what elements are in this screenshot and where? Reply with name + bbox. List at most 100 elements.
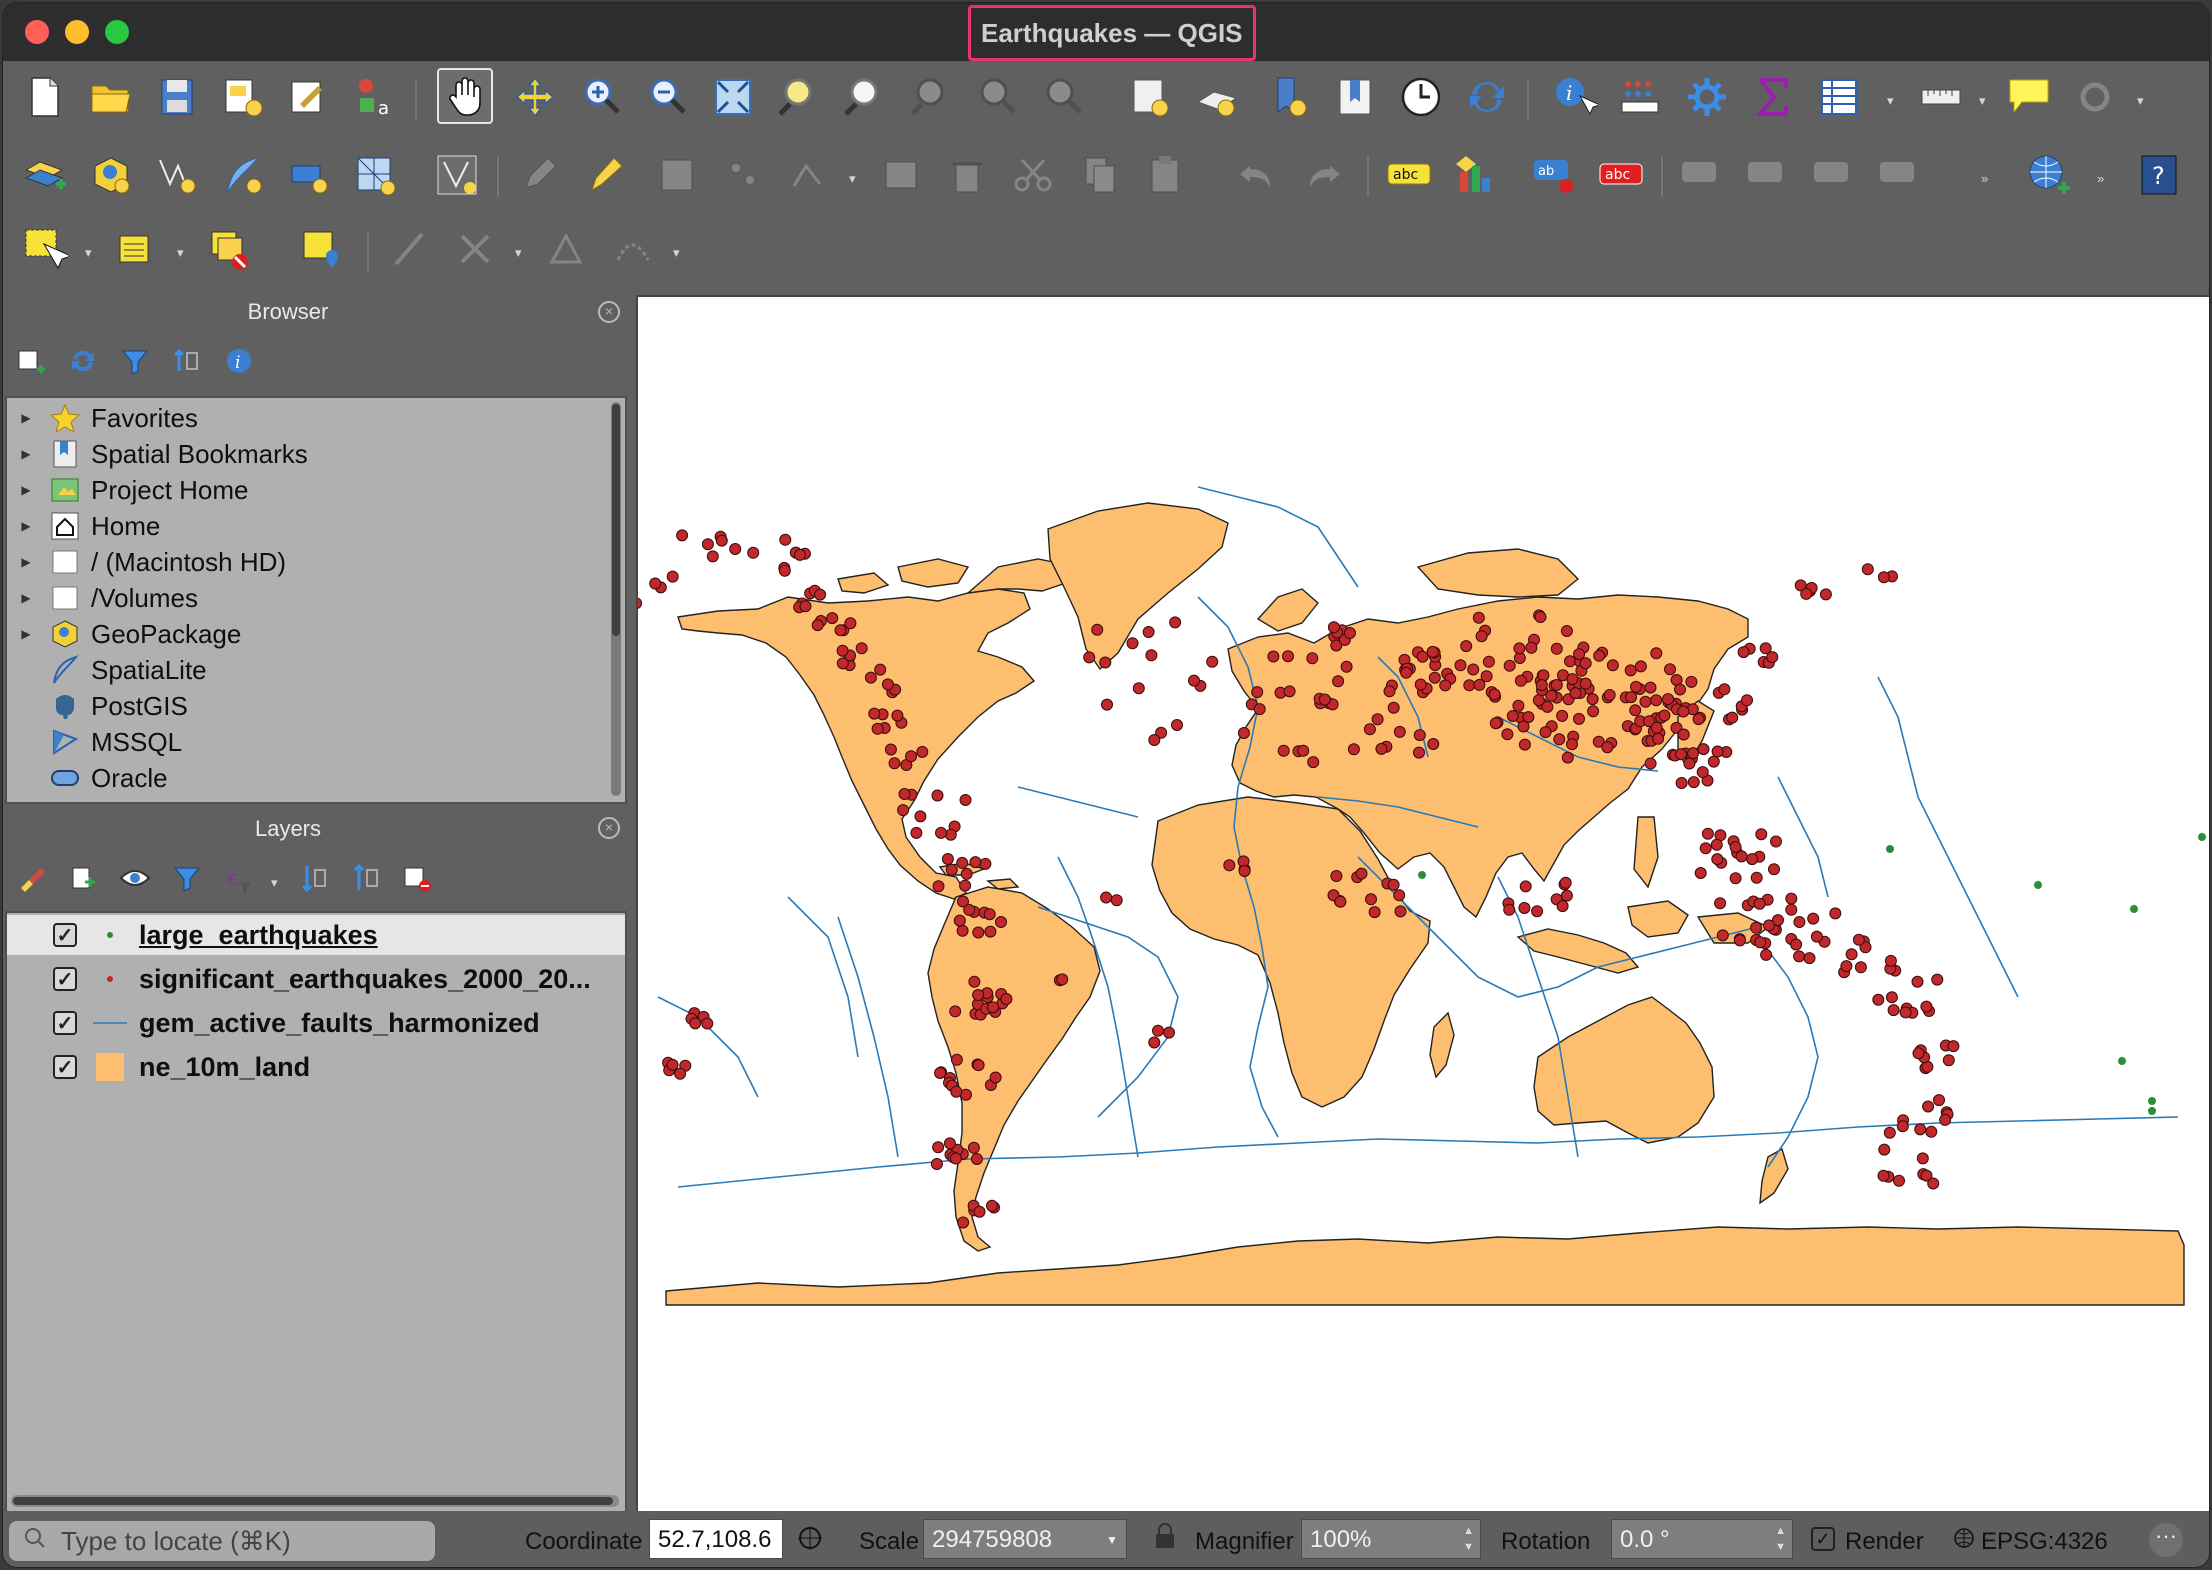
identify-features-button[interactable]: i <box>1549 71 1601 123</box>
coordinate-field[interactable]: 52.7,108.6 <box>649 1519 783 1559</box>
deselect-all-button[interactable] <box>203 223 255 275</box>
manage-map-themes-button[interactable] <box>117 860 153 896</box>
browser-close-icon[interactable]: × <box>598 301 620 323</box>
paste-features-button[interactable] <box>1139 149 1191 201</box>
browser-collapse-button[interactable] <box>169 343 205 379</box>
undo-button[interactable] <box>1231 149 1283 201</box>
browser-item[interactable]: ▶ Favorites <box>7 400 605 436</box>
layers-scrollbar[interactable] <box>11 1495 619 1507</box>
browser-tree[interactable]: ▶ Favorites ▶ Spatial Bookmarks ▶ Project Hom… <box>5 396 627 804</box>
minimize-window-button[interactable] <box>65 20 89 44</box>
layer-row[interactable]: ✓ large_earthquakes <box>7 915 625 955</box>
toggle-editing-button[interactable] <box>579 149 631 201</box>
highlight-pinned-labels-button[interactable]: ab <box>1529 149 1581 201</box>
show-hide-labels-button[interactable] <box>1741 149 1793 201</box>
browser-item[interactable]: Oracle <box>7 760 605 796</box>
temporal-controller-button[interactable] <box>1395 71 1447 123</box>
layer-visibility-checkbox[interactable]: ✓ <box>53 923 77 947</box>
copy-features-button[interactable] <box>1073 149 1125 201</box>
save-layer-edits-button[interactable] <box>651 149 703 201</box>
close-window-button[interactable] <box>25 20 49 44</box>
run-action-button[interactable] <box>2069 71 2121 123</box>
layers-close-icon[interactable]: × <box>598 817 620 839</box>
messages-icon[interactable]: ··· <box>2149 1523 2183 1557</box>
pin-labels-button[interactable] <box>1675 149 1727 201</box>
snapping-button[interactable] <box>541 223 593 275</box>
browser-add-button[interactable] <box>13 343 49 379</box>
cut-features-button[interactable] <box>1007 149 1059 201</box>
layer-row[interactable]: ✓ significant_earthquakes_2000_20... <box>7 959 625 999</box>
advanced-digitizing-button[interactable] <box>449 223 501 275</box>
statistical-summary-button[interactable] <box>1747 71 1799 123</box>
expand-arrow-icon[interactable]: ▶ <box>7 555 45 569</box>
browser-item[interactable]: ▶ Spatial Bookmarks <box>7 436 605 472</box>
digitize-toggle-button[interactable] <box>431 149 483 201</box>
world-map[interactable] <box>605 297 2209 1513</box>
expand-all-button[interactable] <box>295 860 331 896</box>
browser-filter-button[interactable] <box>117 343 153 379</box>
processing-toolbox-button[interactable] <box>1681 71 1733 123</box>
current-edits-button[interactable] <box>513 149 565 201</box>
expand-arrow-icon[interactable]: ▶ <box>7 627 45 641</box>
zoom-next-button[interactable] <box>1037 71 1089 123</box>
layer-visibility-checkbox[interactable]: ✓ <box>53 1055 77 1079</box>
show-unplaced-labels-button[interactable]: abc <box>1595 149 1647 201</box>
layer-labeling-options-button[interactable]: abc <box>1383 149 1435 201</box>
vertex-tool-button[interactable] <box>783 149 835 201</box>
browser-item[interactable]: ▶ Project Home <box>7 472 605 508</box>
tracing-button[interactable] <box>607 223 659 275</box>
new-virtual-layer-button[interactable] <box>283 149 335 201</box>
open-layer-styling-button[interactable] <box>13 860 49 896</box>
layer-diagram-options-button[interactable] <box>1449 149 1501 201</box>
zoom-to-layer-button[interactable] <box>839 71 891 123</box>
zoom-window-button[interactable] <box>105 20 129 44</box>
browser-refresh-button[interactable] <box>65 343 101 379</box>
browser-properties-button[interactable]: i <box>221 343 257 379</box>
open-project-button[interactable] <box>85 71 137 123</box>
select-by-expression-button[interactable] <box>111 223 163 275</box>
new-geopackage-layer-button[interactable] <box>85 149 137 201</box>
open-attribute-table-button[interactable] <box>1615 71 1667 123</box>
lock-scale-icon[interactable] <box>1153 1521 1177 1558</box>
zoom-to-selection-button[interactable] <box>773 71 825 123</box>
rotate-label-button[interactable] <box>1873 149 1925 201</box>
layout-manager-button[interactable] <box>283 71 335 123</box>
select-by-location-button[interactable] <box>295 223 347 275</box>
layers-tree[interactable]: ✓ large_earthquakes ✓ significant_earthquak… <box>5 911 627 1515</box>
zoom-full-button[interactable] <box>707 71 759 123</box>
zoom-native-button[interactable] <box>905 71 957 123</box>
new-spatial-bookmark-button[interactable] <box>1125 71 1177 123</box>
new-shapefile-layer-button[interactable] <box>151 149 203 201</box>
zoom-in-button[interactable] <box>575 71 627 123</box>
data-source-manager-button[interactable] <box>19 149 71 201</box>
map-tips-button[interactable] <box>2003 71 2055 123</box>
expand-arrow-icon[interactable]: ▶ <box>7 483 45 497</box>
browser-item[interactable]: SpatiaLite <box>7 652 605 688</box>
add-point-feature-button[interactable] <box>717 149 769 201</box>
scale-combo[interactable]: 294759808 ▼ <box>923 1519 1127 1559</box>
locator-search[interactable]: Type to locate (⌘K) <box>9 1521 435 1561</box>
magnifier-spinbox[interactable]: 100% ▲ ▼ <box>1301 1519 1481 1559</box>
expand-arrow-icon[interactable]: ▶ <box>7 591 45 605</box>
new-temporary-layer-button[interactable] <box>349 149 401 201</box>
add-group-button[interactable] <box>65 860 101 896</box>
move-label-button[interactable] <box>1807 149 1859 201</box>
layer-visibility-checkbox[interactable]: ✓ <box>53 1011 77 1035</box>
pan-to-selection-button[interactable] <box>509 71 561 123</box>
expand-arrow-icon[interactable]: ▶ <box>7 519 45 533</box>
crs-button[interactable]: EPSG:4326 <box>1981 1528 2108 1556</box>
select-features-button[interactable] <box>19 223 71 275</box>
map-canvas[interactable] <box>605 295 2209 1513</box>
help-button[interactable]: ? <box>2133 149 2185 201</box>
new-print-layout-button[interactable] <box>217 71 269 123</box>
attribute-table-button[interactable] <box>1813 71 1865 123</box>
new-bookmark-button[interactable] <box>1263 71 1315 123</box>
rotation-spinbox[interactable]: 0.0 ° ▲ ▼ <box>1611 1519 1793 1559</box>
browser-item[interactable]: ▶ Home <box>7 508 605 544</box>
layer-row[interactable]: ✓ gem_active_faults_harmonized <box>7 1003 625 1043</box>
browser-item[interactable]: ▶ GeoPackage <box>7 616 605 652</box>
browser-item[interactable]: MSSQL <box>7 724 605 760</box>
browser-scrollbar[interactable] <box>611 402 621 796</box>
expand-arrow-icon[interactable]: ▶ <box>7 411 45 425</box>
filter-legend-button[interactable] <box>169 860 205 896</box>
